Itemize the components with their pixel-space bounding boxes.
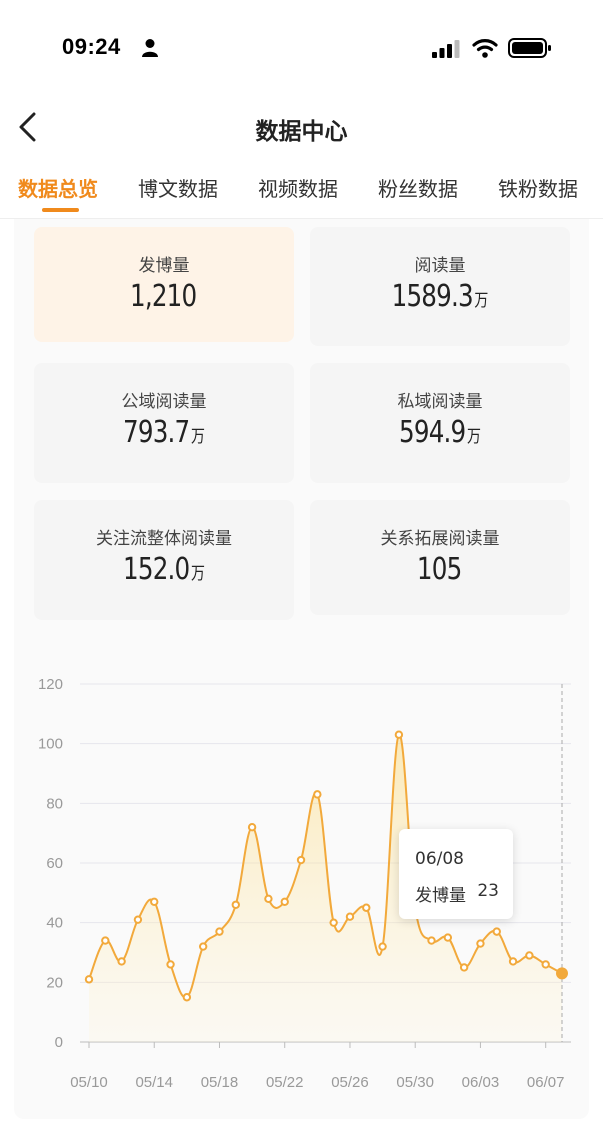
stat-card-relation-reads[interactable]: 关系拓展阅读量 105 <box>310 500 570 615</box>
stat-value: 105 <box>416 552 462 587</box>
page-title: 数据中心 <box>255 119 348 145</box>
tooltip-series-name: 发博量 <box>415 886 466 906</box>
tab-overview[interactable]: 数据总览 <box>18 173 98 202</box>
stat-value: 152.0万 <box>123 552 205 587</box>
stat-value: 594.9万 <box>399 415 481 450</box>
stat-value: 1,210 <box>130 279 197 314</box>
wifi-icon <box>472 39 498 58</box>
tab-fans[interactable]: 粉丝数据 <box>378 173 458 202</box>
tab-videos[interactable]: 视频数据 <box>258 173 338 202</box>
tooltip-value: 23 <box>477 881 499 901</box>
person-icon <box>142 39 158 57</box>
stat-label: 私域阅读量 <box>397 392 483 412</box>
stat-card-follow-reads[interactable]: 关注流整体阅读量 152.0万 <box>34 500 294 620</box>
content-panel <box>14 219 589 1119</box>
battery-icon <box>508 38 551 58</box>
stat-label: 阅读量 <box>414 256 466 276</box>
stat-label: 关注流整体阅读量 <box>96 529 232 549</box>
stat-label: 发博量 <box>138 256 190 276</box>
stat-value: 793.7万 <box>123 415 205 450</box>
stat-label: 公域阅读量 <box>121 392 207 412</box>
tab-posts[interactable]: 博文数据 <box>138 173 218 202</box>
stat-card-private-reads[interactable]: 私域阅读量 594.9万 <box>310 363 570 483</box>
tooltip-date: 06/08 <box>415 849 464 869</box>
chart-tooltip: 06/08 发博量 23 <box>399 829 513 919</box>
status-time: 09:24 <box>62 34 121 59</box>
status-bar: 09:24 <box>0 0 603 96</box>
stat-card-posts[interactable]: 发博量 1,210 <box>34 227 294 342</box>
nav-bar: 数据中心 <box>0 100 603 154</box>
stat-card-reads[interactable]: 阅读量 1589.3万 <box>310 227 570 346</box>
tab-active-indicator <box>42 208 79 212</box>
stat-value: 1589.3万 <box>391 279 489 314</box>
stat-card-public-reads[interactable]: 公域阅读量 793.7万 <box>34 363 294 483</box>
stat-label: 关系拓展阅读量 <box>380 529 500 549</box>
tab-iron-fans[interactable]: 铁粉数据 <box>498 173 578 202</box>
signal-icon <box>432 40 460 58</box>
tab-bar: 数据总览 博文数据 视频数据 粉丝数据 铁粉数据 <box>0 168 603 218</box>
